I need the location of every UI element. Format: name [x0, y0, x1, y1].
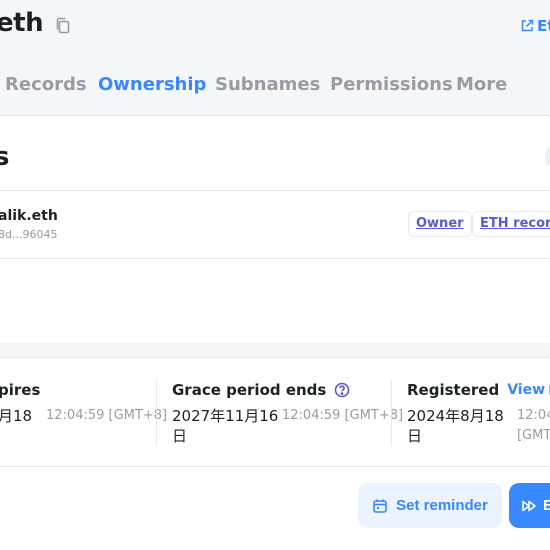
extend-label: E	[543, 497, 550, 514]
fast-forward-icon	[522, 500, 536, 511]
divider	[0, 190, 550, 191]
tab-permissions[interactable]: Permissions	[330, 74, 453, 95]
copy-icon[interactable]	[55, 17, 71, 35]
grace-period-label-text: Grace period ends	[172, 381, 327, 399]
view-transaction-link[interactable]: View	[507, 382, 550, 398]
calendar-icon	[373, 499, 387, 513]
help-icon[interactable]	[334, 382, 350, 398]
expiry-time: 12:04:59 [GMT+8]	[46, 408, 168, 423]
owner-address: 8d...96045	[0, 228, 58, 241]
view-link-label: View	[507, 382, 546, 398]
grace-period-time: 12:04:59 [GMT+8]	[282, 408, 404, 423]
profile-header: eth Et	[0, 0, 550, 60]
grace-period-label: Grace period ends	[172, 381, 350, 399]
page-title: eth	[0, 8, 44, 38]
grace-period-date: 2027年11月16 日	[172, 407, 279, 445]
expires-label: pires	[0, 381, 40, 399]
registered-time: 12:04 [GMT	[517, 408, 550, 443]
external-link-icon	[521, 19, 534, 32]
role-tag-eth-record[interactable]: ETH record	[472, 211, 550, 237]
tab-records[interactable]: Records	[5, 74, 87, 95]
tab-subnames[interactable]: Subnames	[215, 74, 320, 95]
set-reminder-label: Set reminder	[396, 497, 488, 514]
column-separator	[156, 380, 157, 446]
registered-date: 2024年8月18 日	[407, 407, 504, 445]
role-tag-owner[interactable]: Owner	[408, 211, 472, 237]
divider	[0, 258, 550, 259]
set-reminder-button[interactable]: Set reminder	[358, 483, 502, 528]
divider	[0, 466, 550, 467]
ownership-section-title: s	[0, 142, 10, 172]
expiry-date: 月18	[0, 407, 33, 425]
section-action-button[interactable]	[545, 146, 550, 166]
external-link-label: Et	[537, 17, 550, 35]
column-separator	[391, 380, 392, 446]
etherscan-link[interactable]: Et	[520, 17, 550, 35]
expires-label-text: pires	[0, 381, 41, 399]
tab-ownership[interactable]: Ownership	[98, 74, 206, 95]
tab-more[interactable]: More	[456, 74, 507, 95]
owner-name[interactable]: alik.eth	[0, 208, 58, 224]
registered-label-text: Registered	[407, 381, 500, 399]
extend-button[interactable]: E	[509, 483, 550, 528]
registered-label: Registered View	[407, 381, 550, 399]
